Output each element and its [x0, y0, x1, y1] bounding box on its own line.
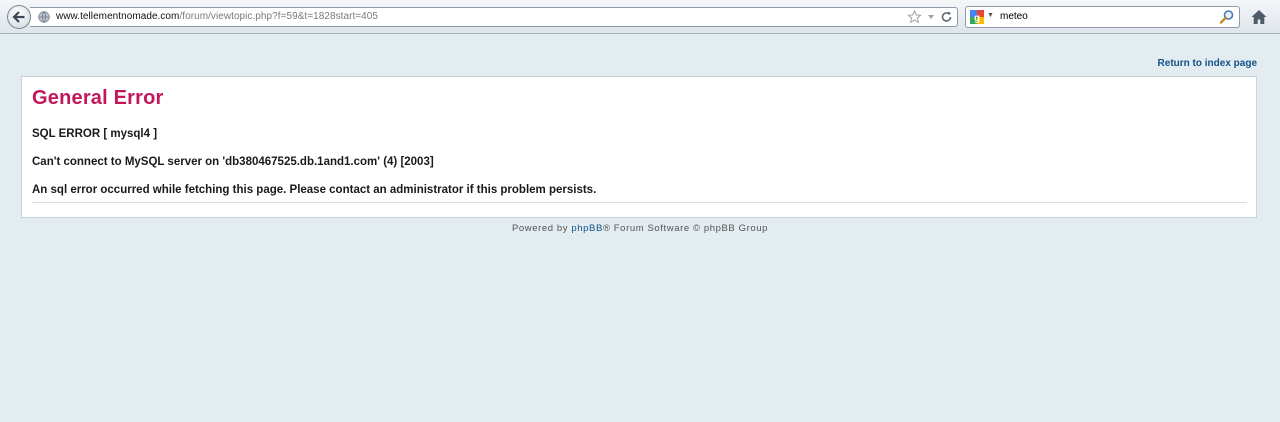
- svg-text:g: g: [974, 13, 980, 24]
- search-bar[interactable]: g ▼ meteo: [965, 6, 1240, 28]
- footer-prefix: Powered by: [511, 223, 572, 234]
- url-path: /forum/viewtopic.php?f=59&t=1828start=40…: [179, 11, 379, 22]
- google-icon[interactable]: g: [970, 10, 984, 24]
- address-bar[interactable]: www.tellementnomade.com/forum/viewtopic.…: [30, 7, 958, 27]
- error-panel: General Error SQL ERROR [ mysql4 ] Can't…: [21, 76, 1257, 218]
- phpbb-link[interactable]: phpBB: [571, 223, 603, 234]
- chevron-down-icon[interactable]: [926, 10, 936, 24]
- connection-error-line: Can't connect to MySQL server on 'db3804…: [32, 156, 434, 168]
- search-input[interactable]: meteo: [1000, 11, 1028, 22]
- url-text[interactable]: www.tellementnomade.com/forum/viewtopic.…: [56, 11, 378, 22]
- contact-admin-line: An sql error occurred while fetching thi…: [32, 184, 597, 196]
- footer-suffix: ® Forum Software © phpBB Group: [602, 223, 768, 234]
- url-host: www.tellementnomade.com: [56, 11, 180, 22]
- url-actions: [907, 10, 953, 24]
- footer: Powered by phpBB® Forum Software © phpBB…: [0, 223, 1280, 234]
- back-button[interactable]: [7, 5, 31, 29]
- home-icon[interactable]: [1250, 8, 1268, 26]
- magnifier-icon[interactable]: [1219, 9, 1235, 25]
- star-icon[interactable]: [907, 10, 922, 24]
- sql-error-line: SQL ERROR [ mysql4 ]: [32, 128, 158, 140]
- page-title: General Error: [32, 87, 164, 109]
- engine-dropdown-icon[interactable]: ▼: [987, 12, 994, 19]
- reload-icon[interactable]: [940, 10, 953, 24]
- divider: [32, 202, 1247, 203]
- globe-icon[interactable]: [38, 11, 50, 23]
- browser-toolbar: www.tellementnomade.com/forum/viewtopic.…: [0, 0, 1280, 34]
- back-arrow-icon: [12, 11, 25, 23]
- return-to-index-link[interactable]: Return to index page: [1158, 58, 1257, 69]
